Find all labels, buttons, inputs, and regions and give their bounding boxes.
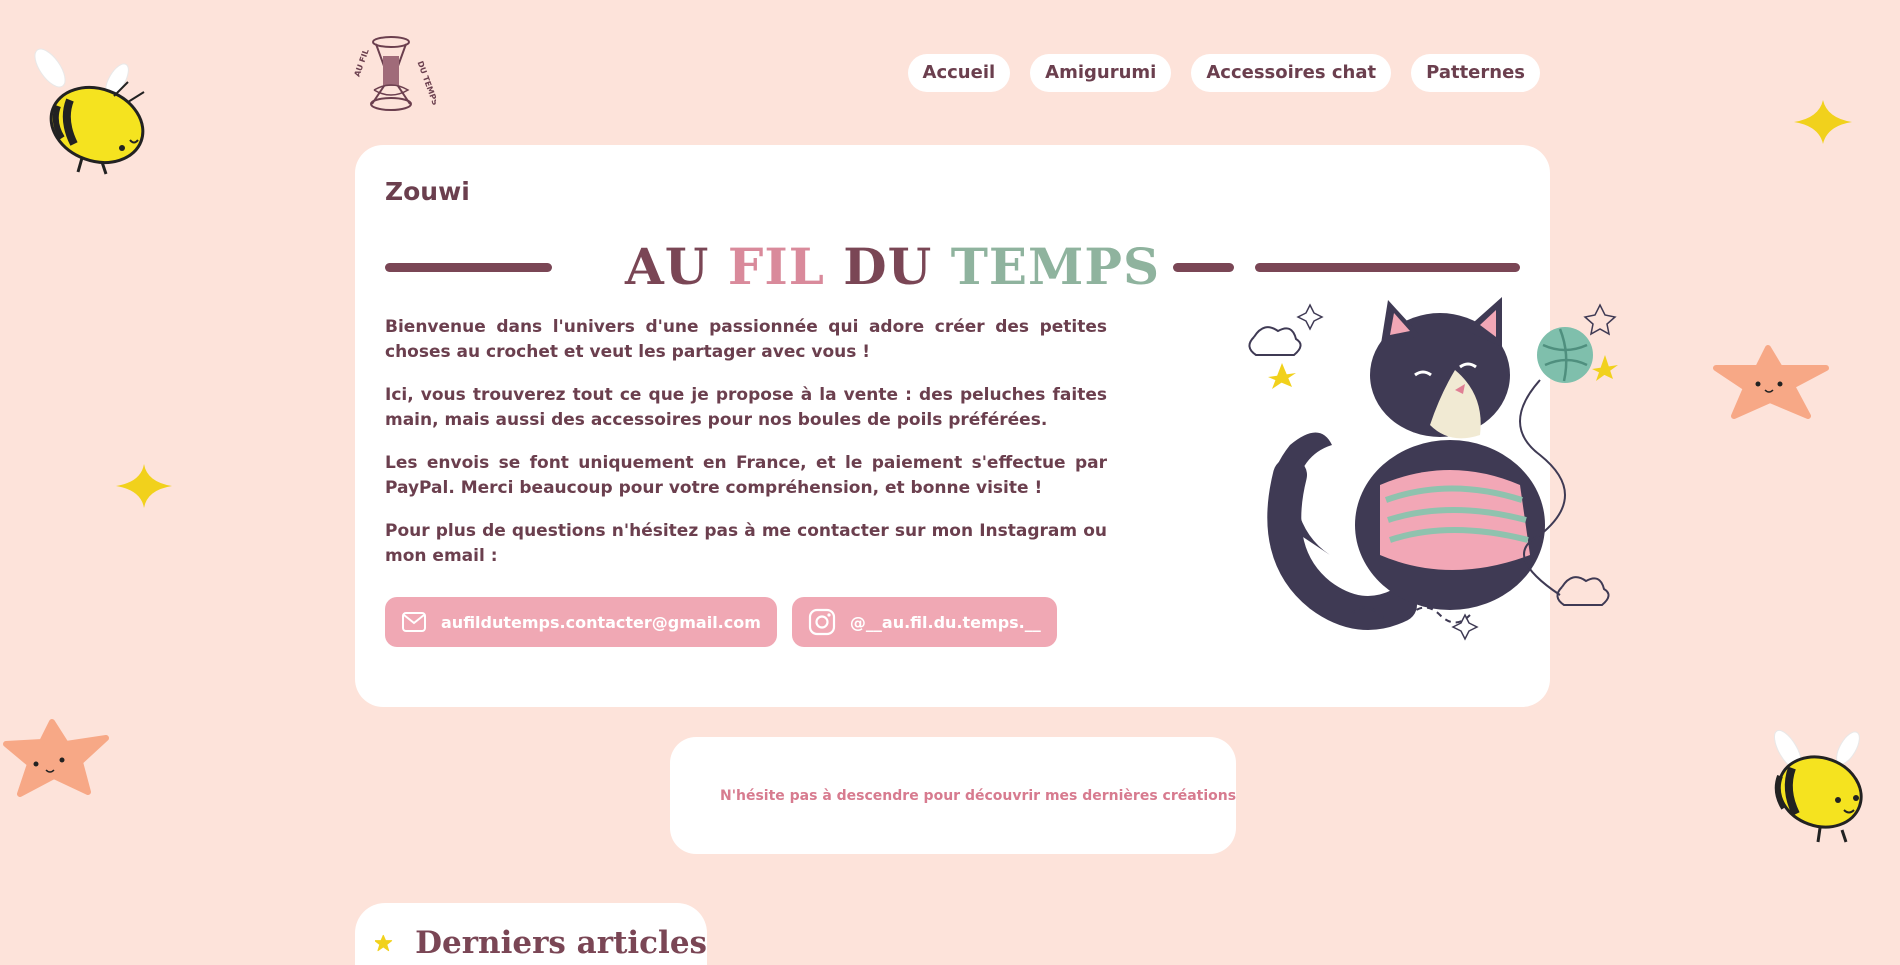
svg-text:DU TEMPS: DU TEMPS (415, 60, 436, 107)
author-name: Zouwi (385, 177, 470, 206)
main-nav: Accueil Amigurumi Accessoires chat Patte… (907, 54, 1540, 92)
title-divider-right-short (1173, 263, 1234, 272)
instagram-button[interactable]: @__au.fil.du.temps.__ (791, 597, 1057, 647)
nav-amigurumi[interactable]: Amigurumi (1030, 54, 1172, 92)
instagram-label: @__au.fil.du.temps.__ (849, 612, 1041, 632)
mail-icon (402, 612, 426, 632)
bee-icon (1774, 729, 1863, 843)
star-icon (116, 464, 172, 508)
intro-paragraph: Bienvenue dans l'univers d'une passionné… (385, 317, 1107, 362)
scroll-hint-text: N'hésite pas à descendre pour découvrir … (720, 787, 1237, 804)
title-row: AU FIL DU TEMPS (385, 237, 1520, 297)
welcome-card: Zouwi AU FIL DU TEMPS Bienvenue dans l'u… (355, 145, 1618, 707)
site-logo[interactable]: AU FIL DU TEMPS (346, 34, 440, 114)
star-icon (375, 934, 393, 952)
star-face-icon (1713, 345, 1829, 419)
instagram-icon (808, 608, 836, 636)
contact-links: aufildutemps.contacter@gmail.com @__au.f… (385, 597, 1057, 647)
intro-paragraph: Pour plus de questions n'hésitez pas à m… (385, 521, 1107, 566)
scroll-hint[interactable]: N'hésite pas à descendre pour découvrir … (670, 737, 1236, 854)
intro-paragraph: Ici, vous trouverez tout ce que je propo… (385, 385, 1107, 430)
bee-icon (34, 48, 145, 175)
site-title: AU FIL DU TEMPS (625, 237, 1161, 296)
title-divider-right-long (1255, 263, 1520, 272)
email-label: aufildutemps.contacter@gmail.com (441, 612, 761, 632)
star-icon (1794, 100, 1852, 144)
svg-text:AU FIL: AU FIL (352, 48, 370, 78)
latest-articles-header: Derniers articles (355, 903, 707, 965)
cat-with-yarn-illustration (1248, 297, 1618, 641)
section-title: Derniers articles (415, 925, 707, 961)
email-button[interactable]: aufildutemps.contacter@gmail.com (385, 597, 777, 647)
nav-patternes[interactable]: Patternes (1411, 54, 1540, 92)
intro-text: Bienvenue dans l'univers d'une passionné… (385, 315, 1107, 587)
intro-paragraph: Les envois se font uniquement en France,… (385, 453, 1107, 498)
star-face-icon (3, 719, 109, 797)
title-divider-left (385, 263, 552, 272)
nav-accueil[interactable]: Accueil (907, 54, 1011, 92)
spool-icon: AU FIL DU TEMPS (352, 36, 440, 111)
nav-accessoires-chat[interactable]: Accessoires chat (1191, 54, 1392, 92)
